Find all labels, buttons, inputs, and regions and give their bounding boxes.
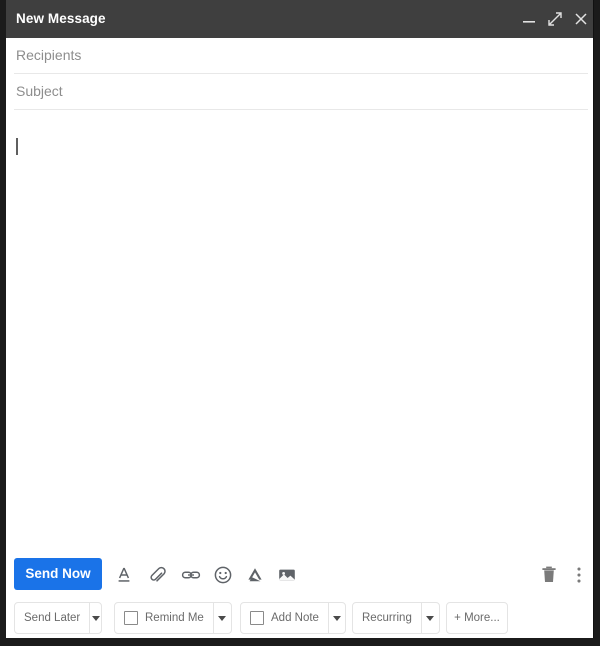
remind-me-chip[interactable]: Remind Me (114, 602, 232, 634)
insert-photo-icon[interactable] (276, 564, 298, 586)
text-caret (16, 138, 18, 155)
scheduling-action-row: Send Later Remind Me Add Note Recurring … (6, 598, 593, 638)
remind-me-button[interactable]: Remind Me (115, 603, 213, 633)
add-note-chip[interactable]: Add Note (240, 602, 346, 634)
subject-placeholder: Subject (16, 83, 63, 99)
recipients-placeholder: Recipients (16, 47, 82, 63)
chevron-down-icon (332, 615, 341, 621)
insert-link-icon[interactable] (180, 564, 202, 586)
subject-field[interactable]: Subject (6, 74, 593, 110)
attach-file-icon[interactable] (147, 564, 169, 586)
title-bar[interactable]: New Message (6, 0, 593, 38)
recurring-label: Recurring (362, 612, 412, 624)
send-later-button[interactable]: Send Later (15, 603, 89, 633)
recurring-dropdown-icon[interactable] (422, 603, 439, 633)
recurring-chip[interactable]: Recurring (352, 602, 440, 634)
send-later-dropdown-icon[interactable] (90, 603, 101, 633)
more-options-icon[interactable] (569, 564, 589, 586)
message-body-input[interactable] (6, 110, 593, 550)
chevron-down-icon (91, 615, 100, 621)
expand-icon[interactable] (545, 9, 565, 29)
close-icon[interactable] (571, 9, 591, 29)
remind-me-label: Remind Me (145, 612, 204, 624)
google-drive-icon[interactable] (244, 564, 266, 586)
window-frame: New Message Recipients Subject Send Now … (0, 0, 600, 646)
add-note-dropdown-icon[interactable] (329, 603, 345, 633)
discard-draft-icon[interactable] (539, 564, 559, 586)
recurring-button[interactable]: Recurring (353, 603, 421, 633)
more-options-button[interactable]: + More... (445, 603, 509, 633)
remind-me-checkbox[interactable] (124, 611, 138, 625)
minimize-icon[interactable] (519, 9, 539, 29)
add-note-button[interactable]: Add Note (241, 603, 328, 633)
recipients-field[interactable]: Recipients (6, 38, 593, 74)
send-now-button[interactable]: Send Now (14, 558, 102, 590)
insert-emoji-icon[interactable] (212, 564, 234, 586)
compose-toolbar: Send Now (6, 550, 593, 598)
more-options-label: + More... (454, 612, 500, 624)
format-text-icon[interactable] (113, 564, 135, 586)
more-options-chip[interactable]: + More... (446, 602, 508, 634)
page-title: New Message (16, 11, 106, 26)
send-later-label: Send Later (24, 612, 81, 624)
compose-window: New Message Recipients Subject Send Now … (6, 0, 594, 638)
remind-me-dropdown-icon[interactable] (214, 603, 231, 633)
chevron-down-icon (218, 615, 227, 621)
add-note-label: Add Note (271, 612, 319, 624)
add-note-checkbox[interactable] (250, 611, 264, 625)
send-later-chip[interactable]: Send Later (14, 602, 102, 634)
chevron-down-icon (426, 615, 435, 621)
